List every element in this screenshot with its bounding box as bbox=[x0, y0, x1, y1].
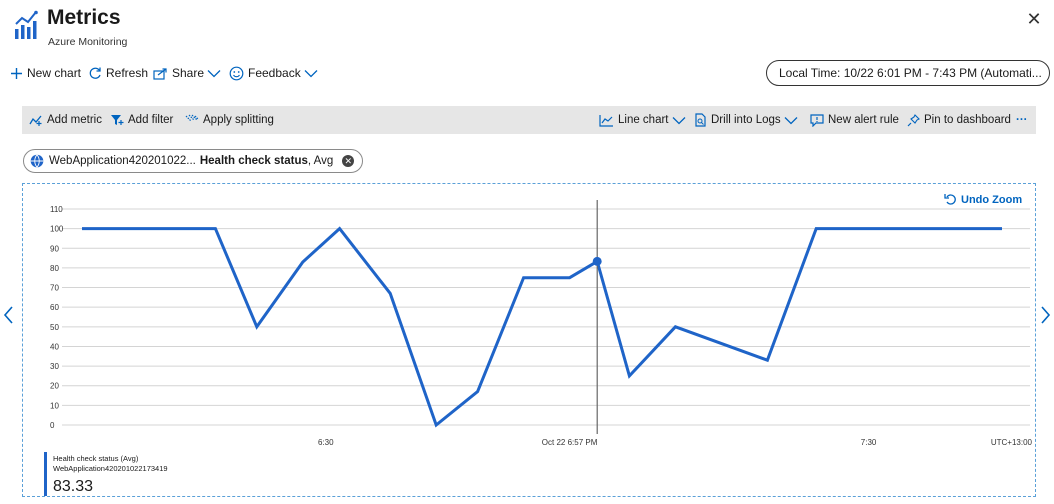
y-tick-label: 20 bbox=[50, 382, 59, 391]
y-tick-label: 60 bbox=[50, 303, 59, 312]
legend-resource-name: WebApplication420201022173419 bbox=[53, 464, 168, 473]
data-point bbox=[592, 256, 602, 266]
y-tick-label: 30 bbox=[50, 362, 59, 371]
timezone-label: UTC+13:00 bbox=[991, 438, 1033, 447]
y-tick-label: 80 bbox=[50, 264, 59, 273]
y-tick-label: 110 bbox=[50, 205, 63, 214]
y-tick-label: 50 bbox=[50, 323, 59, 332]
y-tick-label: 90 bbox=[50, 244, 59, 253]
chevron-left-icon[interactable] bbox=[2, 305, 14, 325]
legend-value: 83.33 bbox=[53, 478, 94, 495]
chart-legend[interactable]: Health check status (Avg) WebApplication… bbox=[44, 452, 244, 496]
y-tick-label: 0 bbox=[50, 421, 55, 430]
x-tick-label: 7:30 bbox=[861, 438, 877, 447]
y-tick-label: 40 bbox=[50, 342, 59, 351]
legend-series-name: Health check status (Avg) bbox=[53, 454, 139, 463]
legend-color-bar bbox=[44, 452, 47, 496]
x-tick-label: 6:30 bbox=[318, 438, 334, 447]
y-tick-label: 100 bbox=[50, 225, 64, 234]
x-tick-label: Oct 22 6:57 PM bbox=[542, 438, 598, 447]
y-tick-label: 70 bbox=[50, 284, 59, 293]
chevron-right-icon[interactable] bbox=[1040, 305, 1052, 325]
line-chart[interactable]: 0 10 20 30 40 50 60 70 80 90 100 110 6:30 Oct 22 6:57… bbox=[0, 0, 1054, 504]
y-tick-label: 10 bbox=[50, 401, 59, 410]
